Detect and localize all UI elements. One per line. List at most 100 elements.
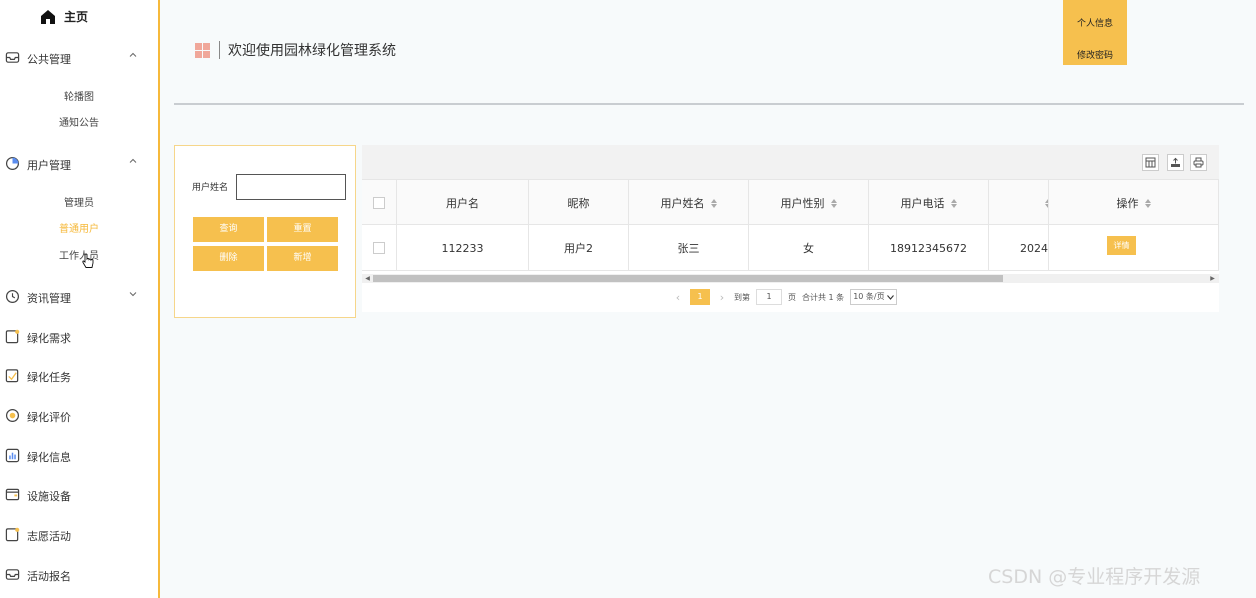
chevron-up-icon [129,158,137,163]
data-table: 用户名 昵称 用户姓名 用户性别 用户电话 操作 112233 用户2 张三 女… [362,145,1219,312]
sidebar-group-label: 公共管理 [27,53,71,66]
sidebar-group-public[interactable]: 公共管理 [0,48,158,68]
sidebar-item-label: 志愿活动 [27,530,71,543]
chevron-down-icon [129,292,137,297]
total-count: 合计共 1 条 [802,292,845,302]
sidebar-item-notice[interactable]: 通知公告 [0,114,158,129]
sidebar-divider [158,0,160,598]
watermark: CSDN @专业程序开发源 [988,566,1201,588]
sidebar-group-label: 用户管理 [27,159,71,172]
scroll-thumb[interactable] [373,275,1003,282]
sort-icon[interactable] [710,198,717,208]
sidebar-item-staff[interactable]: 工作人员 [0,247,158,262]
sidebar-group-news[interactable]: 资讯管理 [0,287,158,307]
chevron-up-icon [129,52,137,57]
cell-actions: 详情 [1049,225,1219,271]
sidebar-item-carousel[interactable]: 轮播图 [0,88,158,103]
sidebar-item-greening-info[interactable]: 绿化信息 [0,446,158,466]
column-header-gender[interactable]: 用户性别 [749,180,869,226]
prev-page-icon[interactable]: ‹ [672,291,684,304]
cell-created: 2024 [989,225,1049,271]
cell-gender: 女 [749,225,869,271]
sidebar-item-label: 绿化信息 [27,451,71,464]
table-toolbar [362,145,1219,179]
search-input[interactable] [236,174,346,200]
export-icon [1171,157,1180,167]
table-header: 用户名 昵称 用户姓名 用户性别 用户电话 操作 [362,179,1219,226]
search-panel: 用户姓名 查询 重置 删除 新增 [174,145,356,318]
column-header-username[interactable]: 用户名 [397,180,529,226]
header-checkbox-cell [362,180,397,226]
table-row: 112233 用户2 张三 女 18912345672 2024 详情 [362,225,1219,271]
header-divider [174,103,1244,105]
goto-label: 到第 [734,292,750,302]
wallet-icon [5,488,20,501]
home-label: 主页 [64,10,89,24]
sidebar-item-label: 绿化任务 [27,371,71,384]
title-divider [219,41,220,59]
edit-document-icon [5,329,20,344]
sidebar-group-label: 资讯管理 [27,292,71,305]
search-label: 用户姓名 [192,183,229,193]
scroll-left-icon[interactable]: ◀ [364,275,371,282]
columns-button[interactable] [1142,154,1159,171]
detail-button[interactable]: 详情 [1107,236,1136,255]
sidebar-item-admin[interactable]: 管理员 [0,194,158,209]
print-button[interactable] [1190,154,1207,171]
edit-document-icon [5,527,20,542]
goto-page-input[interactable]: 1 [756,289,782,305]
page-header: 欢迎使用园林绿化管理系统 [195,40,396,60]
sort-icon[interactable] [830,198,837,208]
sort-icon[interactable] [950,198,957,208]
hand-cursor-icon [82,253,94,268]
cell-username: 112233 [397,225,529,271]
print-icon [1193,157,1204,168]
next-page-icon[interactable]: › [716,291,728,304]
horizontal-scrollbar[interactable]: ◀ ▶ [362,274,1219,283]
home-icon [41,9,55,24]
inbox-icon [5,569,20,580]
star-circle-icon [5,408,20,423]
sidebar-item-greening-task[interactable]: 绿化任务 [0,366,158,386]
sidebar-item-normal-user[interactable]: 普通用户 [0,220,158,235]
column-header-nickname[interactable]: 昵称 [529,180,629,226]
sidebar-item-signup[interactable]: 活动报名 [0,565,158,585]
column-header-phone[interactable]: 用户电话 [869,180,989,226]
delete-button[interactable]: 删除 [193,246,264,271]
sidebar-item-label: 活动报名 [27,570,71,583]
column-header-created[interactable] [989,180,1049,226]
page-size-select[interactable]: 10 条/页 [850,289,897,305]
sidebar-group-users[interactable]: 用户管理 [0,154,158,174]
row-checkbox[interactable] [373,242,385,254]
cell-realname: 张三 [629,225,749,271]
menu-item-change-password[interactable]: 修改密码 [1063,32,1127,65]
query-button[interactable]: 查询 [193,217,264,242]
export-button[interactable] [1167,154,1184,171]
inbox-icon [5,52,20,63]
sidebar-item-facilities[interactable]: 设施设备 [0,485,158,505]
sidebar-item-volunteer[interactable]: 志愿活动 [0,525,158,545]
circle-clock-icon [5,289,20,304]
sidebar-item-greening-review[interactable]: 绿化评价 [0,406,158,426]
menu-item-profile[interactable]: 个人信息 [1063,0,1127,32]
chevron-down-icon [886,294,894,300]
scroll-right-icon[interactable]: ▶ [1209,275,1216,282]
reset-button[interactable]: 重置 [267,217,338,242]
cell-nickname: 用户2 [529,225,629,271]
bar-chart-icon [5,448,20,463]
sidebar: 主页 公共管理 轮播图 通知公告 用户管理 管理员 普通用户 工作人员 资讯管理… [0,0,158,598]
add-button[interactable]: 新增 [267,246,338,271]
sidebar-item-label: 设施设备 [27,490,71,503]
select-all-checkbox[interactable] [373,197,385,209]
user-circle-icon [5,156,20,171]
column-header-realname[interactable]: 用户姓名 [629,180,749,226]
cell-phone: 18912345672 [869,225,989,271]
home-link[interactable]: 主页 [40,8,88,25]
column-header-actions[interactable]: 操作 [1049,180,1219,226]
page-title: 欢迎使用园林绿化管理系统 [228,43,396,59]
task-icon [5,369,19,383]
sidebar-item-greening-demand[interactable]: 绿化需求 [0,327,158,347]
page-number-current[interactable]: 1 [690,289,710,305]
sort-icon[interactable] [1144,198,1151,208]
pagination: ‹ 1 › 到第 1 页 合计共 1 条 10 条/页 [672,289,897,305]
